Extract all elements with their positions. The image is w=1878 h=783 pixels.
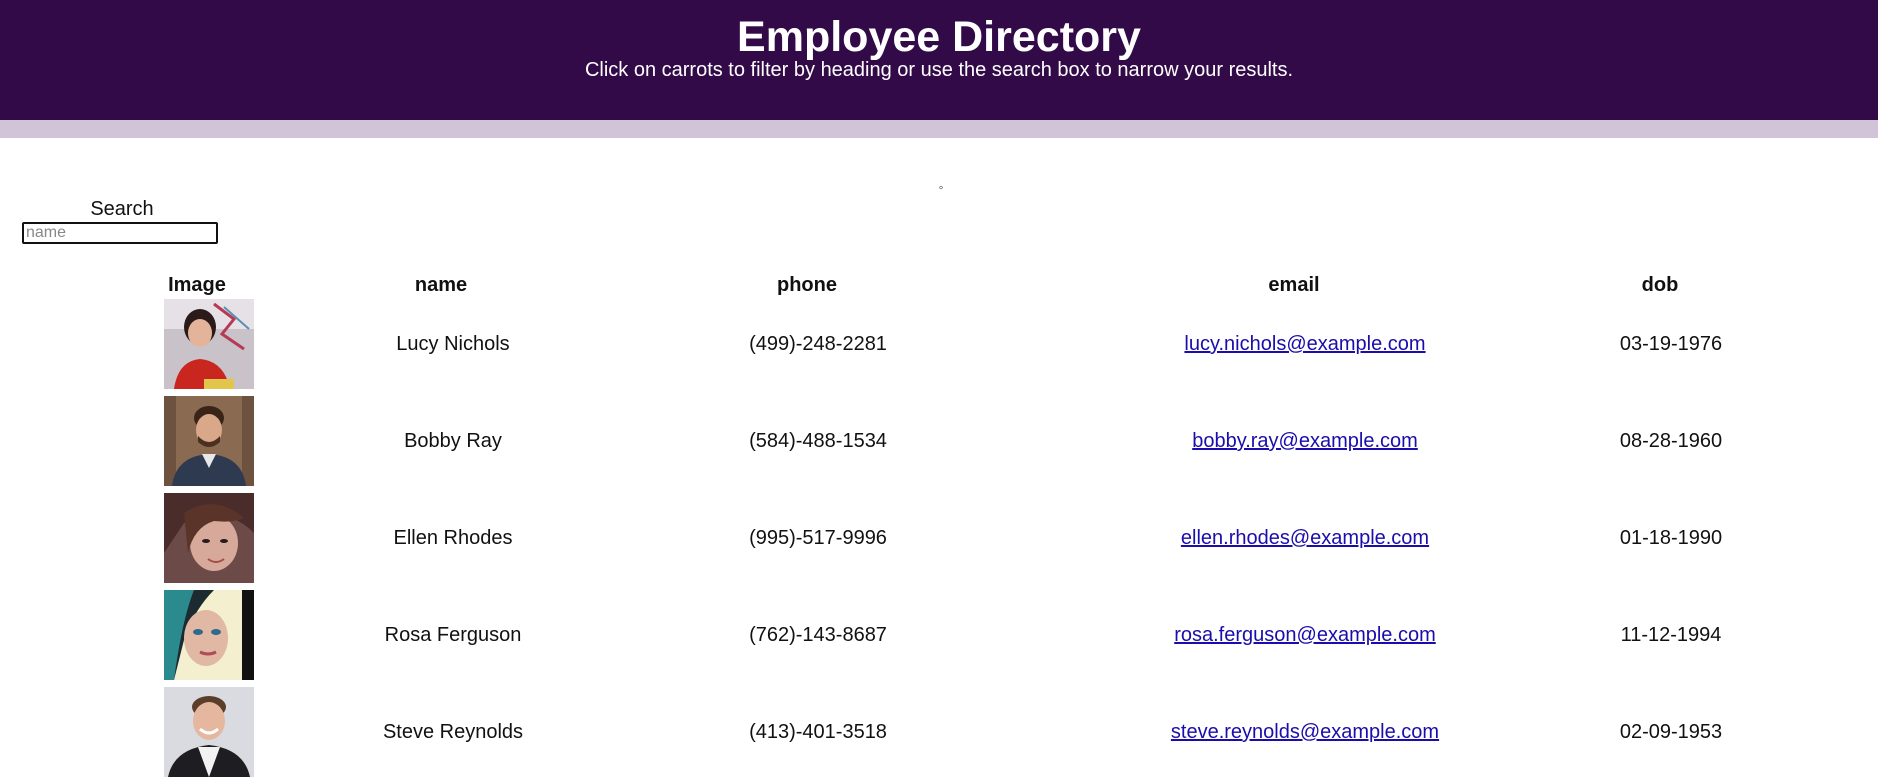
employee-name: Steve Reynolds — [382, 721, 524, 743]
center-mark: ° — [938, 183, 944, 197]
employee-avatar — [164, 299, 254, 389]
table-row: Rosa Ferguson (762)-143-8687 rosa.fergus… — [0, 590, 1878, 680]
employee-dob: 03-19-1976 — [1619, 333, 1723, 355]
column-header-phone[interactable]: phone — [757, 274, 857, 296]
employee-phone: (499)-248-2281 — [749, 333, 887, 355]
employee-dob: 02-09-1953 — [1619, 721, 1723, 743]
column-header-dob[interactable]: dob — [1610, 274, 1710, 296]
page-title: Employee Directory — [737, 13, 1141, 61]
column-header-image[interactable]: Image — [147, 274, 247, 296]
table-row: Bobby Ray (584)-488-1534 bobby.ray@examp… — [0, 396, 1878, 486]
employee-dob: 01-18-1990 — [1619, 527, 1723, 549]
employee-dob: 08-28-1960 — [1619, 430, 1723, 452]
employee-avatar — [164, 590, 254, 680]
employee-email-link[interactable]: steve.reynolds@example.com — [1171, 721, 1439, 743]
employee-email-link[interactable]: lucy.nichols@example.com — [1184, 333, 1425, 355]
employee-name: Bobby Ray — [404, 430, 502, 452]
column-header-name[interactable]: name — [391, 274, 491, 296]
column-header-email[interactable]: email — [1244, 274, 1344, 296]
page-subtitle: Click on carrots to filter by heading or… — [584, 59, 1294, 81]
employee-phone: (413)-401-3518 — [749, 721, 887, 743]
employee-phone: (995)-517-9996 — [749, 527, 887, 549]
employee-email-link[interactable]: ellen.rhodes@example.com — [1181, 527, 1429, 549]
employee-avatar — [164, 493, 254, 583]
employee-dob: 11-12-1994 — [1620, 624, 1722, 646]
employee-phone: (584)-488-1534 — [749, 430, 887, 452]
search-input[interactable] — [22, 222, 218, 244]
employee-phone: (762)-143-8687 — [749, 624, 887, 646]
table-row: Lucy Nichols (499)-248-2281 lucy.nichols… — [0, 299, 1878, 389]
employee-avatar — [164, 687, 254, 777]
employee-email-link[interactable]: bobby.ray@example.com — [1192, 430, 1418, 452]
employee-name: Rosa Ferguson — [384, 624, 522, 646]
employee-name: Ellen Rhodes — [393, 527, 513, 549]
table-row: Ellen Rhodes (995)-517-9996 ellen.rhodes… — [0, 493, 1878, 583]
employee-name: Lucy Nichols — [396, 333, 510, 355]
search-label: Search — [90, 198, 154, 220]
employee-avatar — [164, 396, 254, 486]
employee-email-link[interactable]: rosa.ferguson@example.com — [1174, 624, 1436, 646]
page-header: Employee Directory Click on carrots to f… — [0, 0, 1878, 120]
search-section: Search — [22, 198, 222, 244]
table-row: Steve Reynolds (413)-401-3518 steve.reyn… — [0, 687, 1878, 777]
header-accent-bar — [0, 120, 1878, 138]
